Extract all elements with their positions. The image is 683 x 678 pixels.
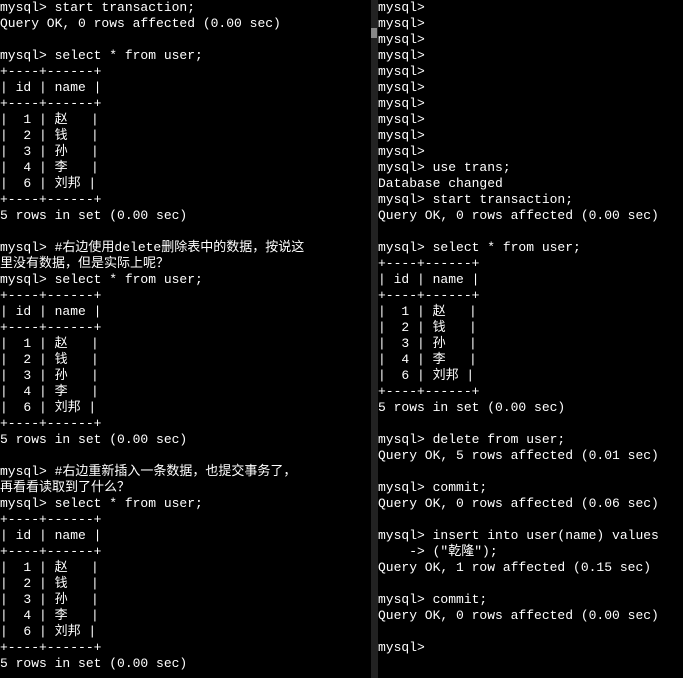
left-scrollbar-track[interactable] — [371, 0, 377, 678]
left-terminal[interactable]: mysql> start transaction; Query OK, 0 ro… — [0, 0, 378, 678]
right-terminal[interactable]: mysql> mysql> mysql> mysql> mysql> mysql… — [378, 0, 683, 678]
left-terminal-output: mysql> start transaction; Query OK, 0 ro… — [0, 0, 377, 672]
right-terminal-output: mysql> mysql> mysql> mysql> mysql> mysql… — [378, 0, 683, 656]
left-scrollbar-thumb[interactable] — [371, 28, 377, 38]
split-terminals: mysql> start transaction; Query OK, 0 ro… — [0, 0, 683, 678]
